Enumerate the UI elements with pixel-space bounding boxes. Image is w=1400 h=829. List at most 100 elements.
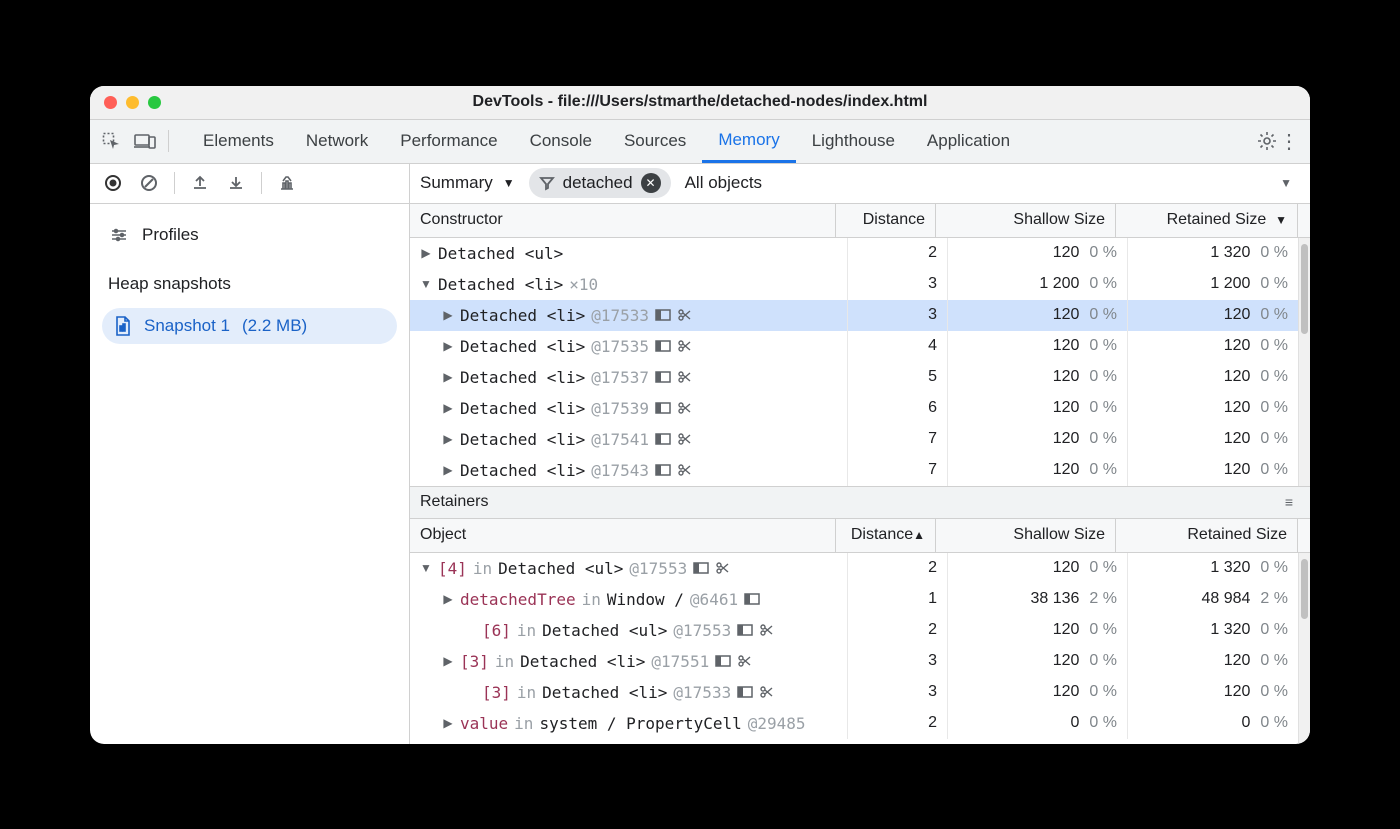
retained-value: 120 xyxy=(1224,337,1251,355)
table-row[interactable]: [6] in Detached <ul> @17553 2 1200 % 1 3… xyxy=(410,615,1298,646)
object-label: Detached <li> xyxy=(460,399,585,418)
window-title: DevTools - file:///Users/stmarthe/detach… xyxy=(90,93,1310,111)
shallow-pct: 0 % xyxy=(1089,337,1117,355)
garbage-collect-icon[interactable] xyxy=(276,172,298,194)
distance-cell: 7 xyxy=(848,455,948,486)
expand-toggle[interactable]: ▶ xyxy=(442,592,454,606)
expand-toggle[interactable]: ▶ xyxy=(420,246,432,260)
tab-sources[interactable]: Sources xyxy=(608,120,702,163)
clear-filter-icon[interactable]: ✕ xyxy=(641,173,661,193)
more-icon[interactable]: ⋮ xyxy=(1278,130,1300,152)
table-row[interactable]: ▶ [3] in Detached <li> @17551 3 1200 % 1… xyxy=(410,646,1298,677)
shallow-pct: 0 % xyxy=(1089,652,1117,670)
table-row[interactable]: ▶ value in system / PropertyCell @29485 … xyxy=(410,708,1298,739)
col-retained[interactable]: Retained Size ▼ xyxy=(1116,204,1298,237)
scope-dropdown[interactable]: All objects xyxy=(685,173,762,193)
retainers-grid[interactable]: ▼ [4] in Detached <ul> @17553 2 1200 % 1… xyxy=(410,553,1298,744)
col-retained[interactable]: Retained Size xyxy=(1116,519,1298,552)
download-icon[interactable] xyxy=(225,172,247,194)
tab-elements[interactable]: Elements xyxy=(187,120,290,163)
upload-icon[interactable] xyxy=(189,172,211,194)
retained-value: 1 320 xyxy=(1210,621,1250,639)
tab-application[interactable]: Application xyxy=(911,120,1026,163)
retainers-header: Object Distance▲ Shallow Size Retained S… xyxy=(410,519,1310,553)
snapshot-file-icon xyxy=(114,316,132,336)
tab-network[interactable]: Network xyxy=(290,120,384,163)
shallow-value: 120 xyxy=(1053,244,1080,262)
clear-icon[interactable] xyxy=(138,172,160,194)
settings-icon[interactable] xyxy=(1256,130,1278,152)
table-row[interactable]: ▶ Detached <li> @17539 6 1200 % 1200 % xyxy=(410,393,1298,424)
tab-console[interactable]: Console xyxy=(514,120,608,163)
table-row[interactable]: ▼ Detached <li> ×10 3 1 2000 % 1 2000 % xyxy=(410,269,1298,300)
retained-value: 120 xyxy=(1224,306,1251,324)
view-dropdown[interactable]: Summary ▼ xyxy=(420,173,515,193)
table-row[interactable]: ▶ Detached <li> @17541 7 1200 % 1200 % xyxy=(410,424,1298,455)
retained-value: 120 xyxy=(1224,461,1251,479)
sort-asc-icon: ▲ xyxy=(913,528,925,542)
expand-toggle[interactable]: ▶ xyxy=(442,716,454,730)
table-row[interactable]: ▶ Detached <ul> 2 1200 % 1 3200 % xyxy=(410,238,1298,269)
snapshot-item[interactable]: Snapshot 1 (2.2 MB) xyxy=(102,308,397,344)
col-distance[interactable]: Distance xyxy=(836,204,936,237)
col-shallow[interactable]: Shallow Size xyxy=(936,204,1116,237)
expand-toggle[interactable]: ▶ xyxy=(442,401,454,415)
col-shallow[interactable]: Shallow Size xyxy=(936,519,1116,552)
retained-pct: 0 % xyxy=(1260,461,1288,479)
scissors-icon xyxy=(759,685,773,699)
table-row[interactable]: ▶ detachedTree in Window / @6461 1 38 13… xyxy=(410,584,1298,615)
shallow-pct: 0 % xyxy=(1089,306,1117,324)
count-suffix: ×10 xyxy=(569,275,598,294)
col-distance[interactable]: Distance▲ xyxy=(836,519,936,552)
distance-cell: 2 xyxy=(848,238,948,269)
sliders-icon[interactable] xyxy=(108,224,130,246)
shallow-pct: 0 % xyxy=(1089,621,1117,639)
table-row[interactable]: ▶ Detached <li> @17535 4 1200 % 1200 % xyxy=(410,331,1298,362)
device-toolbar-icon[interactable] xyxy=(134,130,156,152)
expand-toggle[interactable]: ▼ xyxy=(420,561,432,575)
retained-value: 120 xyxy=(1224,652,1251,670)
scrollbar[interactable] xyxy=(1298,553,1310,744)
inspect-icon[interactable] xyxy=(100,130,122,152)
devtools-window: DevTools - file:///Users/stmarthe/detach… xyxy=(90,86,1310,744)
menu-hamburger-icon[interactable]: ≡ xyxy=(1278,491,1300,513)
expand-toggle[interactable]: ▶ xyxy=(442,432,454,446)
shallow-value: 120 xyxy=(1053,683,1080,701)
shallow-pct: 2 % xyxy=(1089,590,1117,608)
table-row[interactable]: ▶ Detached <li> @17537 5 1200 % 1200 % xyxy=(410,362,1298,393)
col-object[interactable]: Object xyxy=(410,519,836,552)
table-row[interactable]: ▶ Detached <li> @17543 7 1200 % 1200 % xyxy=(410,455,1298,486)
expand-toggle[interactable]: ▶ xyxy=(442,308,454,322)
col-constructor[interactable]: Constructor xyxy=(410,204,836,237)
object-id: @17537 xyxy=(591,368,649,387)
table-row[interactable]: ▼ [4] in Detached <ul> @17553 2 1200 % 1… xyxy=(410,553,1298,584)
expand-toggle[interactable]: ▼ xyxy=(420,277,432,291)
expand-toggle[interactable]: ▶ xyxy=(442,370,454,384)
tab-lighthouse[interactable]: Lighthouse xyxy=(796,120,911,163)
distance-cell: 1 xyxy=(848,584,948,615)
expand-toggle[interactable]: ▶ xyxy=(442,654,454,668)
chevron-down-icon[interactable]: ▼ xyxy=(1280,176,1292,190)
class-filter[interactable]: detached ✕ xyxy=(529,168,671,198)
record-icon[interactable] xyxy=(102,172,124,194)
retained-pct: 0 % xyxy=(1260,683,1288,701)
shallow-value: 120 xyxy=(1053,399,1080,417)
table-row[interactable]: ▶ Detached <li> @17533 3 1200 % 1200 % xyxy=(410,300,1298,331)
expand-toggle[interactable]: ▶ xyxy=(442,463,454,477)
shallow-value: 0 xyxy=(1071,714,1080,732)
tab-performance[interactable]: Performance xyxy=(384,120,513,163)
retainers-panel: Retainers ≡ Object Distance▲ Shallow Siz… xyxy=(410,487,1310,744)
object-label: system / PropertyCell xyxy=(539,714,741,733)
property-name: detachedTree xyxy=(460,590,576,609)
element-box-icon xyxy=(655,371,671,383)
in-keyword: in xyxy=(495,652,514,671)
table-row[interactable]: [3] in Detached <li> @17533 3 1200 % 120… xyxy=(410,677,1298,708)
expand-toggle[interactable]: ▶ xyxy=(442,339,454,353)
in-keyword: in xyxy=(514,714,533,733)
retained-value: 120 xyxy=(1224,430,1251,448)
object-label: Window / xyxy=(607,590,684,609)
tab-memory[interactable]: Memory xyxy=(702,120,795,163)
retained-pct: 0 % xyxy=(1260,337,1288,355)
scrollbar[interactable] xyxy=(1298,238,1310,486)
constructors-grid[interactable]: ▶ Detached <ul> 2 1200 % 1 3200 % ▼ Deta… xyxy=(410,238,1298,486)
